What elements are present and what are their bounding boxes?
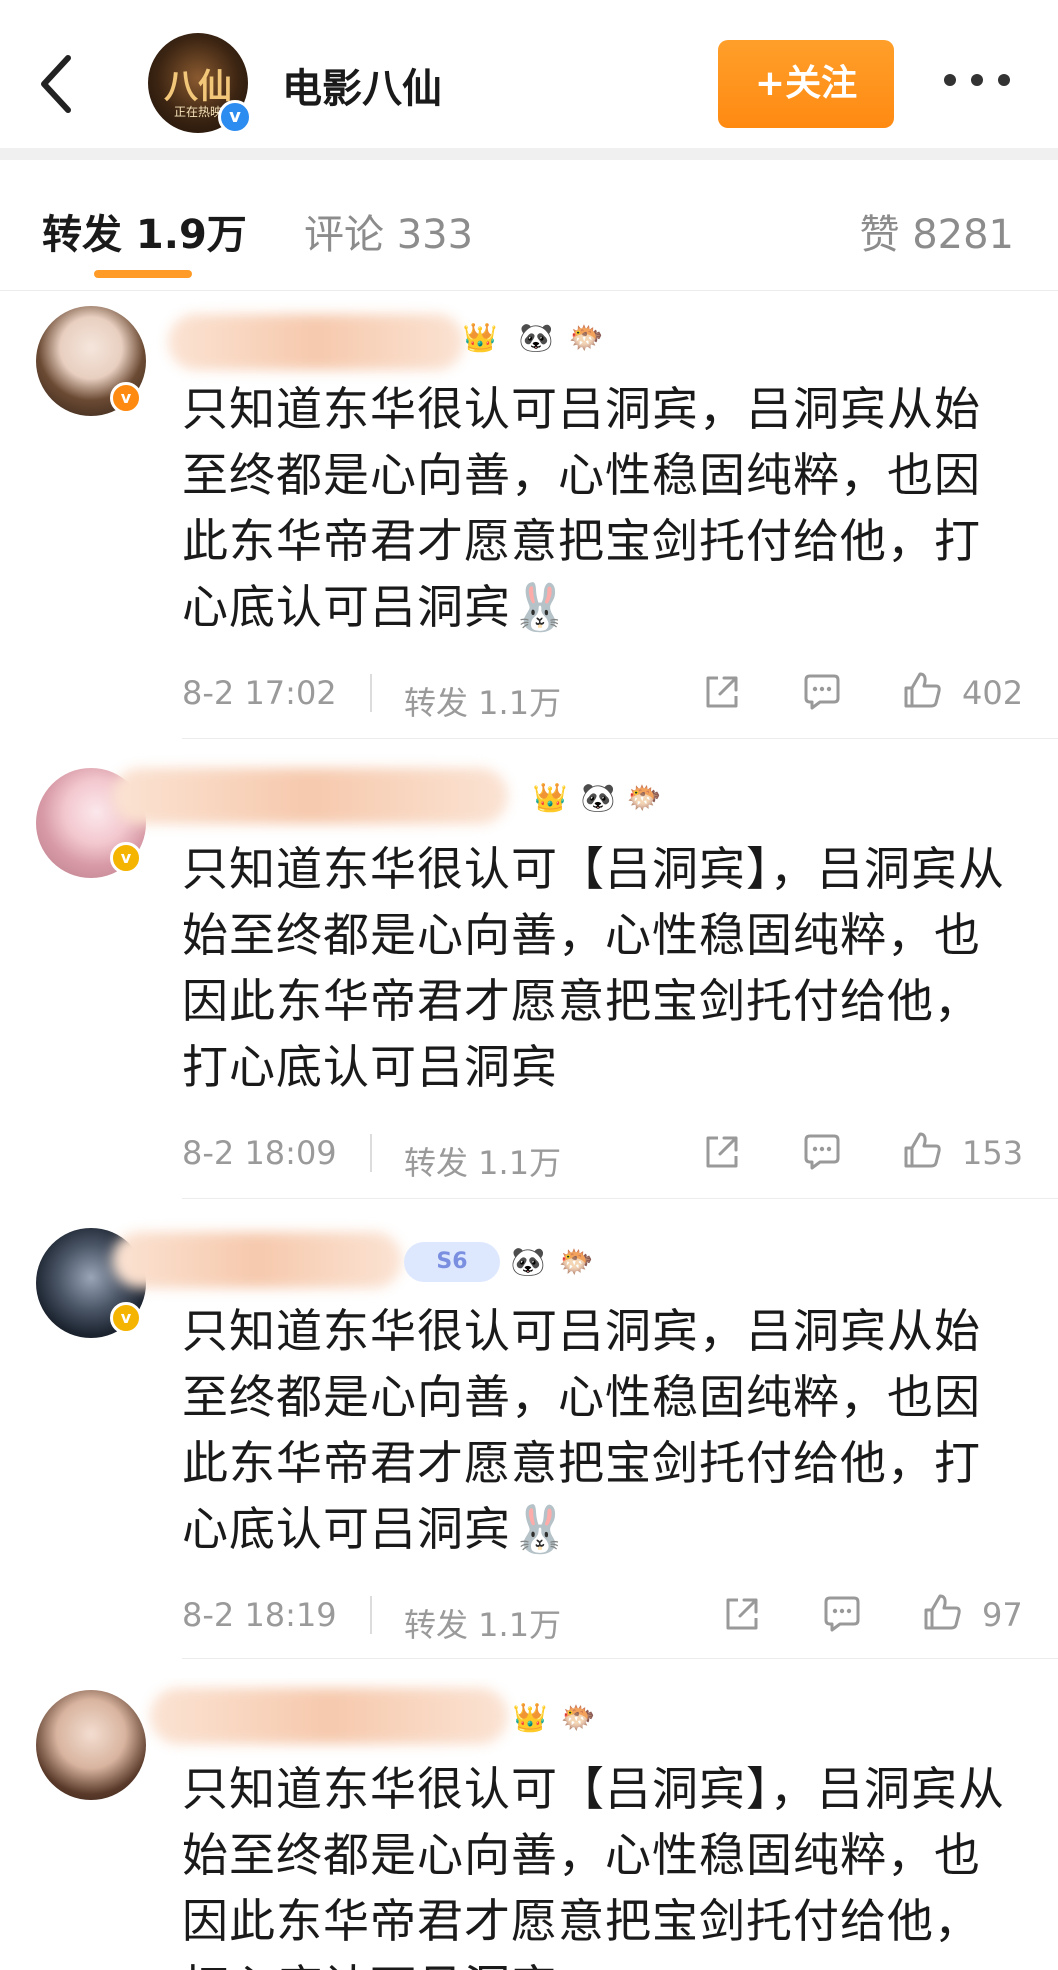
comment-meta: 8-2 17:02 转发 1.1万 402 [182, 668, 1024, 722]
username-redacted [150, 1688, 508, 1744]
tab-repost[interactable]: 转发 1.9万 [42, 202, 247, 260]
avatar[interactable] [36, 1690, 146, 1800]
comment-text: 只知道东华很认可吕洞宾，吕洞宾从始至终都是心向善，心性稳固纯粹，也因此东华帝君才… [182, 382, 981, 634]
username-redacted [112, 768, 508, 824]
comment-icon[interactable] [800, 1130, 844, 1174]
verified-badge-icon: v [110, 382, 142, 414]
crown-badge-icon: 👑 [512, 1701, 548, 1734]
meta-divider [370, 674, 372, 712]
like-count: 402 [962, 674, 1024, 712]
top-bar: 八仙 正在热映 v 电影八仙 +关注 [0, 0, 1058, 148]
username-redacted [168, 314, 464, 370]
pufferfish-badge-icon: 🐡 [626, 781, 662, 814]
verified-badge-icon: v [110, 1302, 142, 1334]
list-item: 👑 🐡 只知道东华很认可【吕洞宾】，吕洞宾从始至终都是心向善，心性稳固纯粹，也因… [0, 1678, 1058, 1970]
comment-text: 只知道东华很认可【吕洞宾】，吕洞宾从始至终都是心向善，心性稳固纯粹，也因此东华帝… [182, 842, 1005, 1094]
active-tab-indicator [94, 270, 192, 278]
comment-time: 8-2 17:02 [182, 674, 337, 712]
comment-time: 8-2 18:09 [182, 1134, 337, 1172]
comment-divider [182, 738, 1058, 739]
list-item: v 👑 🐼 🐡 只知道东华很认可【吕洞宾】，吕洞宾从始至终都是心向善，心性稳固纯… [0, 758, 1058, 1198]
pufferfish-badge-icon: 🐡 [560, 1701, 596, 1734]
share-icon[interactable] [700, 1130, 744, 1174]
repost-count[interactable]: 转发 1.1万 [404, 1138, 561, 1184]
pufferfish-badge-icon: 🐡 [558, 1245, 594, 1278]
follow-button[interactable]: +关注 [718, 40, 894, 128]
comment-text: 只知道东华很认可【吕洞宾】，吕洞宾从始至终都是心向善，心性稳固纯粹，也因此东华帝… [182, 1762, 1005, 1970]
comment-divider [182, 1658, 1058, 1659]
repost-count[interactable]: 转发 1.1万 [404, 1600, 561, 1646]
tab-comments[interactable]: 评论 333 [304, 202, 473, 260]
section-divider [0, 148, 1058, 160]
panda-badge-icon: 🐼 [580, 781, 616, 814]
thumbs-up-icon[interactable] [900, 1128, 944, 1172]
tab-likes[interactable]: 赞 8281 [859, 202, 1014, 260]
share-icon[interactable] [700, 670, 744, 714]
comment-icon[interactable] [820, 1592, 864, 1636]
username-redacted [112, 1232, 402, 1288]
comment-divider [182, 1198, 1058, 1199]
more-dots-icon[interactable] [944, 70, 1010, 90]
list-item: v S6 🐼 🐡 只知道东华很认可吕洞宾，吕洞宾从始至终都是心向善，心性稳固纯粹… [0, 1218, 1058, 1658]
share-icon[interactable] [720, 1592, 764, 1636]
back-icon[interactable] [36, 52, 76, 116]
comment-time: 8-2 18:19 [182, 1596, 337, 1634]
thumbs-up-icon[interactable] [900, 668, 944, 712]
engagement-tabs: 转发 1.9万 评论 333 赞 8281 [0, 160, 1058, 291]
meta-divider [370, 1596, 372, 1634]
list-item: v 👑 🐼 🐡 只知道东华很认可吕洞宾，吕洞宾从始至终都是心向善，心性稳固纯粹，… [0, 300, 1058, 740]
like-count: 97 [982, 1596, 1023, 1634]
account-name[interactable]: 电影八仙 [282, 56, 442, 114]
comment-icon[interactable] [800, 670, 844, 714]
comment-text: 只知道东华很认可吕洞宾，吕洞宾从始至终都是心向善，心性稳固纯粹，也因此东华帝君才… [182, 1304, 981, 1556]
comment-meta: 8-2 18:19 转发 1.1万 97 [182, 1590, 1023, 1644]
crown-badge-icon: 👑 [462, 321, 498, 354]
thumbs-up-icon[interactable] [920, 1590, 964, 1634]
meta-divider [370, 1134, 372, 1172]
verified-badge-icon: v [110, 842, 142, 874]
repost-count[interactable]: 转发 1.1万 [404, 678, 561, 724]
panda-badge-icon: 🐼 [518, 321, 554, 354]
like-count: 153 [962, 1134, 1024, 1172]
panda-badge-icon: 🐼 [510, 1245, 546, 1278]
level-badge-icon: S6 [404, 1242, 500, 1282]
verified-badge-icon: v [218, 100, 252, 134]
crown-badge-icon: 👑 [532, 781, 568, 814]
comment-meta: 8-2 18:09 转发 1.1万 153 [182, 1128, 1024, 1182]
pufferfish-badge-icon: 🐡 [568, 321, 604, 354]
